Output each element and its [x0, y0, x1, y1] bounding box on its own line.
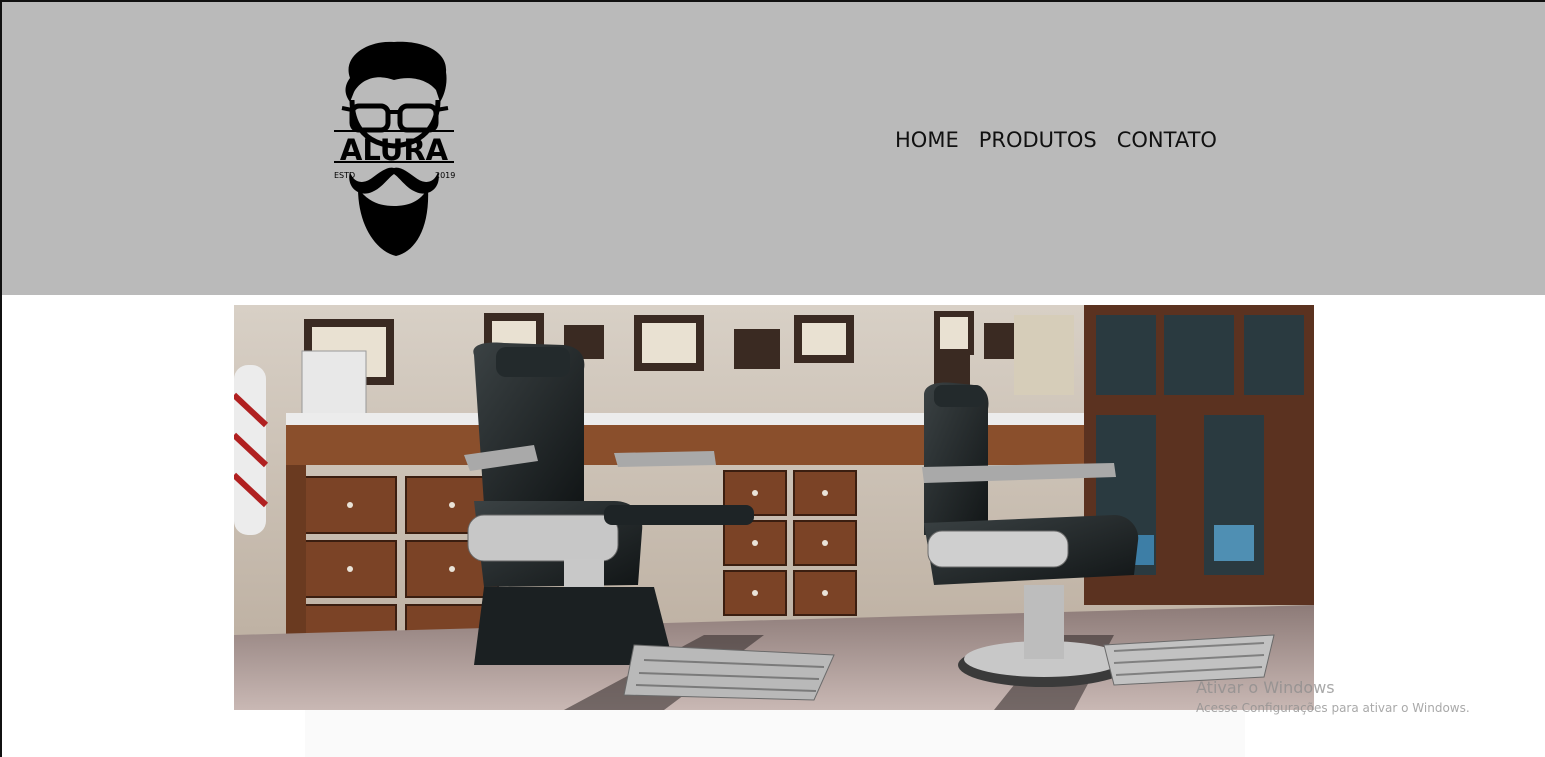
watermark-line-2: Acesse Configurações para ativar o Windo… [1196, 701, 1470, 715]
bearded-man-logo-icon: ALURA ESTD 2019 [334, 41, 455, 256]
content-placeholder [305, 710, 1245, 757]
barbershop-chairs-photo [234, 305, 1314, 710]
page: ALURA ESTD 2019 HOME PRODUTOS CONTATO At… [0, 0, 1545, 757]
nav-contato-link[interactable]: CONTATO [1117, 128, 1217, 152]
logo-brand-text: ALURA [340, 133, 449, 167]
windows-activation-watermark: Ativar o Windows Acesse Configurações pa… [1196, 678, 1470, 715]
alura-logo[interactable]: ALURA ESTD 2019 [328, 38, 462, 260]
watermark-line-1: Ativar o Windows [1196, 678, 1335, 697]
nav-produtos-link[interactable]: PRODUTOS [979, 128, 1097, 152]
logo-estd-label: ESTD [334, 171, 355, 180]
barbershop-banner-image [234, 305, 1314, 710]
nav-home-link[interactable]: HOME [895, 128, 959, 152]
main-nav: HOME PRODUTOS CONTATO [895, 128, 1217, 152]
logo-year-label: 2019 [435, 171, 455, 180]
site-header: ALURA ESTD 2019 HOME PRODUTOS CONTATO [2, 2, 1545, 295]
